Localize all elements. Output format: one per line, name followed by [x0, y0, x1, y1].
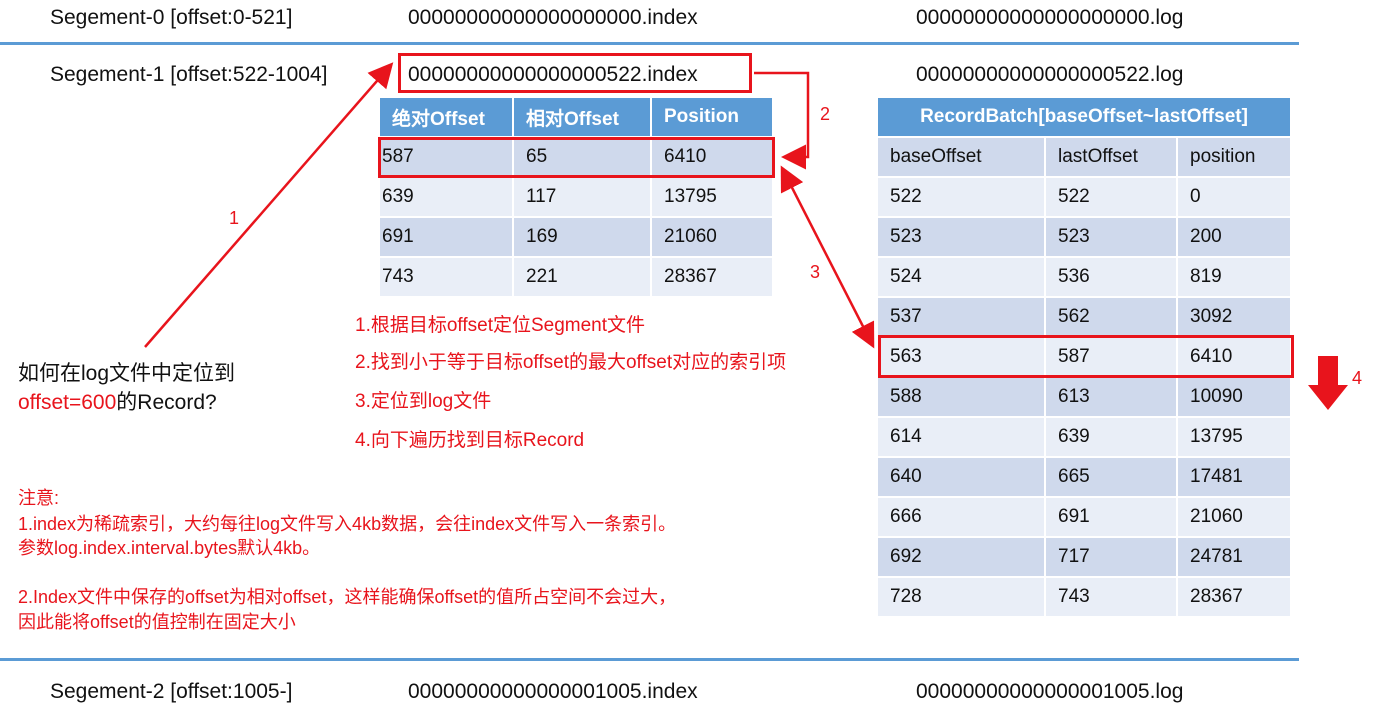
- table-cell: 640: [878, 456, 1046, 496]
- table-cell: 17481: [1178, 456, 1292, 496]
- table-cell: 524: [878, 256, 1046, 296]
- table-cell: 221: [514, 256, 652, 296]
- table-cell: 28367: [652, 256, 774, 296]
- table-cell: 743: [380, 256, 514, 296]
- note-line-1: 1.index为稀疏索引，大约每往log文件写入4kb数据，会往index文件写…: [18, 514, 677, 534]
- segment-1-log-file: 00000000000000000522.log: [916, 63, 1184, 86]
- arrow-label-2: 2: [820, 104, 831, 124]
- log-header-base: baseOffset: [878, 136, 1046, 176]
- arrow-label-1: 1: [229, 208, 240, 228]
- table-cell: 21060: [1178, 496, 1292, 536]
- segment-0-log-file: 00000000000000000000.log: [916, 6, 1184, 29]
- index-table: 绝对Offset 相对Offset Position 587 65 6410 6…: [380, 98, 774, 296]
- table-row: 524 536 819: [878, 256, 1292, 296]
- table-cell: 523: [878, 216, 1046, 256]
- question-line-2-rest: 的Record?: [116, 391, 217, 414]
- table-cell: 537: [878, 296, 1046, 336]
- table-row: 666 691 21060: [878, 496, 1292, 536]
- table-cell: 639: [1046, 416, 1178, 456]
- arrow-label-3: 3: [810, 262, 821, 282]
- arrow-1: [144, 62, 394, 348]
- table-row: 691 169 21060: [380, 216, 774, 256]
- step-1: 1.根据目标offset定位Segment文件: [355, 315, 646, 336]
- index-header-rel: 相对Offset: [514, 98, 652, 136]
- table-cell: 588: [878, 376, 1046, 416]
- segment-0-index-file: 00000000000000000000.index: [408, 6, 698, 29]
- note-title: 注意:: [18, 488, 60, 508]
- table-cell: 13795: [1178, 416, 1292, 456]
- table-row: 640 665 17481: [878, 456, 1292, 496]
- table-cell: 614: [878, 416, 1046, 456]
- divider-bottom: [0, 658, 1299, 661]
- question-line-2: offset=600的Record?: [18, 386, 217, 416]
- table-cell: 3092: [1178, 296, 1292, 336]
- table-row: 692 717 24781: [878, 536, 1292, 576]
- step-4: 4.向下遍历找到目标Record: [355, 430, 585, 451]
- index-header-abs: 绝对Offset: [380, 98, 514, 136]
- table-cell: 665: [1046, 456, 1178, 496]
- segment-0-label: Segement-0 [offset:0-521]: [50, 6, 293, 29]
- table-row: 523 523 200: [878, 216, 1292, 256]
- table-cell: 169: [514, 216, 652, 256]
- table-cell: 523: [1046, 216, 1178, 256]
- table-cell: 536: [1046, 256, 1178, 296]
- divider-top: [0, 42, 1299, 45]
- arrow-label-4: 4: [1352, 368, 1363, 388]
- table-cell: 28367: [1178, 576, 1292, 616]
- table-cell: 24781: [1178, 536, 1292, 576]
- table-cell: 743: [1046, 576, 1178, 616]
- table-cell: 819: [1178, 256, 1292, 296]
- table-row: baseOffset lastOffset position: [878, 136, 1292, 176]
- table-cell: 666: [878, 496, 1046, 536]
- table-cell: 562: [1046, 296, 1178, 336]
- index-file-highlight: [398, 53, 752, 93]
- log-table-title: RecordBatch[baseOffset~lastOffset]: [878, 98, 1292, 136]
- table-row: 639 117 13795: [380, 176, 774, 216]
- table-cell: 200: [1178, 216, 1292, 256]
- question-target-offset: offset=600: [18, 391, 117, 414]
- index-row-highlight: [378, 137, 775, 178]
- step-2: 2.找到小于等于目标offset的最大offset对应的索引项: [355, 352, 787, 373]
- arrow-3: [780, 165, 875, 349]
- table-cell: 691: [380, 216, 514, 256]
- note-line-3: 2.Index文件中保存的offset为相对offset，这样能确保offset…: [18, 587, 677, 607]
- table-cell: 728: [878, 576, 1046, 616]
- table-cell: 522: [878, 176, 1046, 216]
- log-header-last: lastOffset: [1046, 136, 1178, 176]
- table-cell: 13795: [652, 176, 774, 216]
- segment-1-label: Segement-1 [offset:522-1004]: [50, 63, 328, 86]
- table-cell: 613: [1046, 376, 1178, 416]
- table-row: 743 221 28367: [380, 256, 774, 296]
- table-cell: 21060: [652, 216, 774, 256]
- note-line-2: 参数log.index.interval.bytes默认4kb。: [18, 538, 321, 558]
- table-row: 522 522 0: [878, 176, 1292, 216]
- table-cell: 522: [1046, 176, 1178, 216]
- segment-2-index-file: 00000000000000001005.index: [408, 680, 698, 703]
- table-cell: 10090: [1178, 376, 1292, 416]
- note-line-4: 因此能将offset的值控制在固定大小: [18, 612, 296, 632]
- table-cell: 691: [1046, 496, 1178, 536]
- arrow-4-down-icon: [1308, 356, 1348, 410]
- table-cell: 639: [380, 176, 514, 216]
- segment-2-label: Segement-2 [offset:1005-]: [50, 680, 293, 703]
- table-row: 537 562 3092: [878, 296, 1292, 336]
- table-row: 588 613 10090: [878, 376, 1292, 416]
- step-3: 3.定位到log文件: [355, 391, 492, 412]
- table-cell: 0: [1178, 176, 1292, 216]
- segment-2-log-file: 00000000000000001005.log: [916, 680, 1184, 703]
- log-row-highlight: [878, 335, 1294, 378]
- table-row: 614 639 13795: [878, 416, 1292, 456]
- table-cell: 717: [1046, 536, 1178, 576]
- table-row: 728 743 28367: [878, 576, 1292, 616]
- table-cell: 692: [878, 536, 1046, 576]
- table-cell: 117: [514, 176, 652, 216]
- question-line-1: 如何在log文件中定位到: [18, 362, 236, 385]
- log-header-pos: position: [1178, 136, 1292, 176]
- index-header-pos: Position: [652, 98, 774, 136]
